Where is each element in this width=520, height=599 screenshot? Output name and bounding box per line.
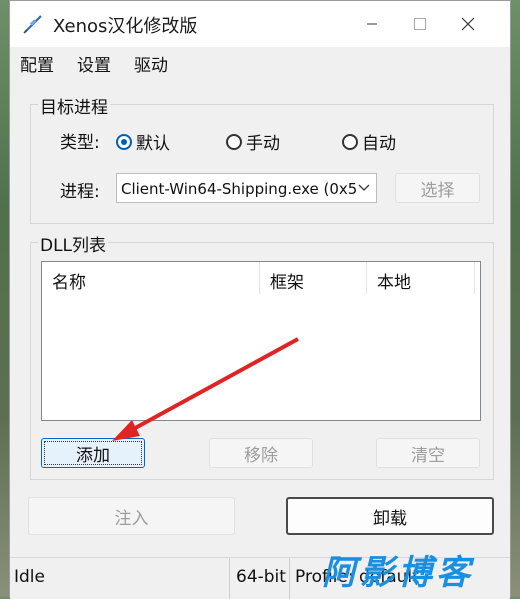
status-arch: 64-bit <box>230 558 290 599</box>
maximize-icon <box>414 18 426 30</box>
remove-dll-button[interactable]: 移除 <box>209 438 313 468</box>
minimize-button[interactable] <box>350 5 394 43</box>
status-state: Idle <box>10 558 230 599</box>
radio-dot <box>226 133 242 150</box>
radio-auto-label: 自动 <box>362 134 396 154</box>
watermark-logo: 阿影博客 <box>322 553 474 593</box>
target-process-label: 目标进程 <box>38 93 110 118</box>
process-select-value: Client-Win64-Shipping.exe (0x5 <box>121 180 358 198</box>
close-button[interactable] <box>446 5 490 43</box>
process-select[interactable]: Client-Win64-Shipping.exe (0x5 <box>116 173 377 203</box>
radio-dot <box>342 133 358 150</box>
menu-driver[interactable]: 驱动 <box>134 51 168 76</box>
process-label: 进程: <box>60 182 100 202</box>
column-local[interactable]: 本地 <box>367 262 475 294</box>
dll-list-label: DLL列表 <box>38 231 109 256</box>
maximize-button[interactable] <box>398 5 442 43</box>
unload-button[interactable]: 卸载 <box>286 497 494 535</box>
radio-default-label: 默认 <box>136 134 170 154</box>
menu-config[interactable]: 配置 <box>20 51 54 76</box>
clear-dll-button[interactable]: 清空 <box>376 438 480 468</box>
radio-manual-label: 手动 <box>246 134 280 154</box>
radio-manual[interactable]: 手动 <box>226 129 280 154</box>
chevron-down-icon <box>358 184 370 191</box>
app-window: Xenos汉化修改版 配置 设置 驱动 目标进程 类型: 默认 手动 自动 进程… <box>9 0 511 599</box>
column-name[interactable]: 名称 <box>42 262 260 294</box>
menu-settings[interactable]: 设置 <box>77 51 111 76</box>
type-label: 类型: <box>60 133 100 153</box>
close-icon <box>461 17 475 31</box>
radio-dot <box>116 133 132 150</box>
column-framework[interactable]: 框架 <box>260 262 367 294</box>
minimize-icon <box>367 23 377 25</box>
window-title: Xenos汉化修改版 <box>53 16 198 37</box>
target-process-group <box>30 104 494 224</box>
inject-button[interactable]: 注入 <box>28 497 235 535</box>
add-dll-button[interactable]: 添加 <box>41 438 145 468</box>
select-process-button[interactable]: 选择 <box>395 173 480 203</box>
radio-default[interactable]: 默认 <box>116 129 170 154</box>
radio-auto[interactable]: 自动 <box>342 129 396 154</box>
dll-listview[interactable]: 名称 框架 本地 <box>41 261 481 421</box>
syringe-icon <box>23 15 42 34</box>
title-bar[interactable]: Xenos汉化修改版 <box>10 1 510 47</box>
menu-bar: 配置 设置 驱动 <box>10 47 510 77</box>
